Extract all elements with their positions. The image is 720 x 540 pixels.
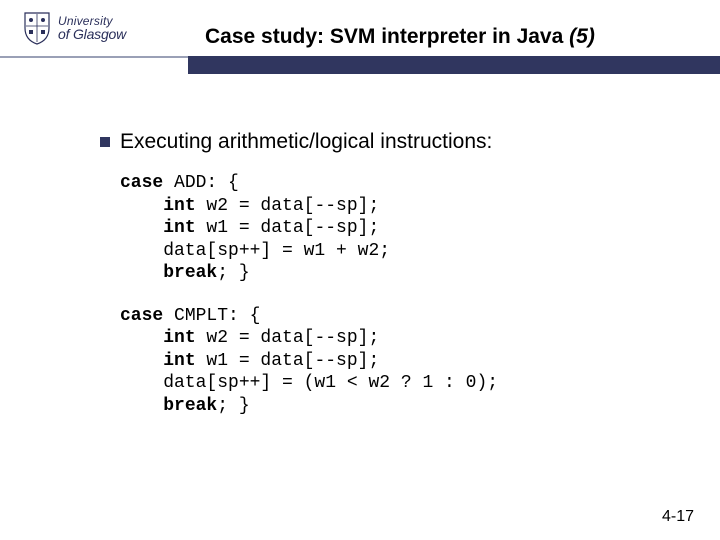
rule-thick — [188, 56, 720, 74]
bullet-text: Executing arithmetic/logical instruction… — [120, 130, 492, 154]
case-label: CMPLT: { — [163, 306, 260, 326]
slide-header: University of Glasgow Case study: SVM in… — [0, 0, 720, 86]
slide-number: 4-17 — [662, 508, 694, 526]
kw-case: case — [120, 173, 163, 193]
kw-case: case — [120, 306, 163, 326]
code-line: w2 = data[--sp]; — [196, 196, 380, 216]
kw-int: int — [163, 218, 195, 238]
title-number: (5) — [569, 25, 595, 48]
kw-int: int — [163, 328, 195, 348]
code-line: data[sp++] = w1 + w2; — [120, 241, 390, 261]
slide-body: Executing arithmetic/logical instruction… — [100, 130, 660, 437]
title-main: Case study: SVM interpreter in Java — [205, 25, 569, 48]
kw-int: int — [163, 196, 195, 216]
code-block-cmplt: case CMPLT: { int w2 = data[--sp]; int w… — [120, 305, 660, 418]
code-block-add: case ADD: { int w2 = data[--sp]; int w1 … — [120, 172, 660, 285]
code-line: ; } — [217, 263, 249, 283]
logo-line2: of Glasgow — [58, 27, 126, 41]
code-line: w2 = data[--sp]; — [196, 328, 380, 348]
square-bullet-icon — [100, 137, 110, 147]
code-line: w1 = data[--sp]; — [196, 218, 380, 238]
crest-icon — [22, 10, 52, 46]
bullet-item: Executing arithmetic/logical instruction… — [100, 130, 660, 154]
code-line: w1 = data[--sp]; — [196, 351, 380, 371]
slide-title: Case study: SVM interpreter in Java (5) — [205, 25, 595, 49]
logo-text: University of Glasgow — [58, 15, 126, 41]
title-underline — [0, 56, 720, 80]
kw-break: break — [163, 396, 217, 416]
kw-break: break — [163, 263, 217, 283]
code-line: ; } — [217, 396, 249, 416]
kw-int: int — [163, 351, 195, 371]
university-logo: University of Glasgow — [22, 10, 126, 46]
code-line: data[sp++] = (w1 < w2 ? 1 : 0); — [120, 373, 498, 393]
case-label: ADD: { — [163, 173, 239, 193]
